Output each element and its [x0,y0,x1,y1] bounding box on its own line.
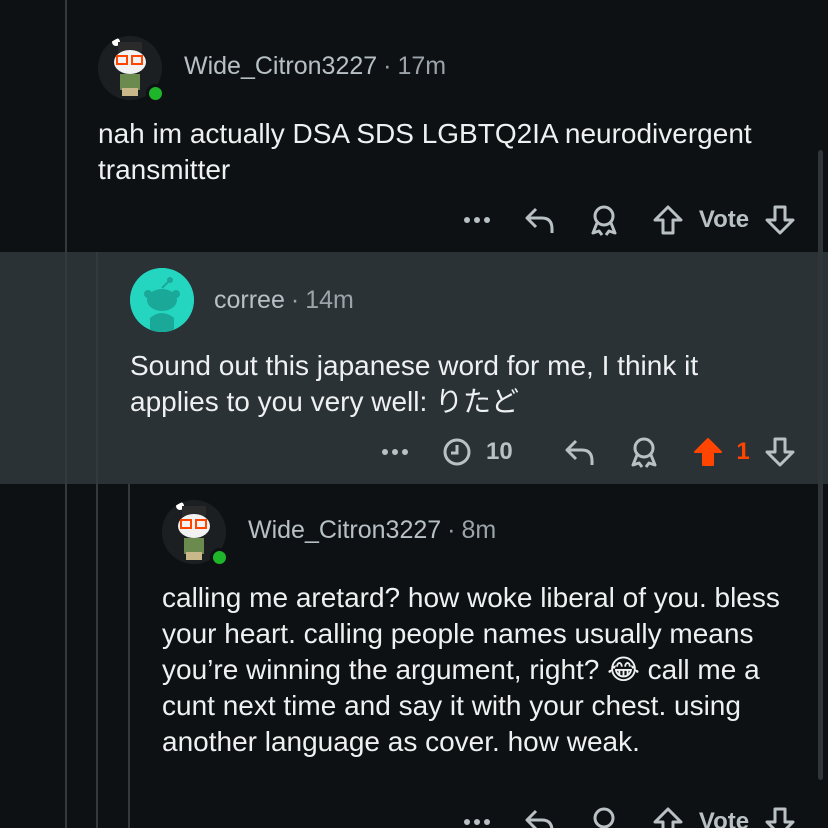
username[interactable]: corree [214,286,285,314]
upvote-button[interactable] [650,802,686,828]
comment-actions: 10 1 [0,432,828,472]
comment-meta: corree · 14m [214,286,354,314]
upvote-button[interactable] [650,200,686,240]
award-button[interactable] [586,802,622,828]
comment-age: 14m [305,286,354,314]
reply-icon [565,439,594,465]
username[interactable]: Wide_Citron3227 [248,516,441,544]
award-icon [631,437,657,468]
comment-3: Wide_Citron3227 · 8m calling me aretard? h… [0,484,828,828]
snoo-avatar-icon [130,268,194,332]
reply-button[interactable] [562,432,598,472]
comment-meta: Wide_Citron3227 · 8m [248,516,497,544]
more-options-button[interactable] [378,432,412,472]
comment-actions: Vote [0,200,828,240]
online-status-dot [210,548,229,567]
vote-label: Vote [698,206,750,233]
downvote-icon [765,807,795,828]
comment-body: nah im actually DSA SDS LGBTQ2IA neurodi… [98,118,752,185]
online-status-dot [146,84,165,103]
award-button[interactable] [626,432,662,472]
comment-age: 8m [461,516,497,544]
downvote-button[interactable] [762,802,798,828]
upvote-filled-icon [694,438,722,466]
more-icon [464,819,490,825]
comment-body: calling me aretard? how woke liberal of … [162,582,780,757]
clock-icon [443,438,471,466]
comment-2: corree · 14m Sound out this japanese word … [0,252,828,484]
award-icon [591,205,617,236]
reply-button[interactable] [522,200,558,240]
more-icon [464,217,490,223]
vote-label: Vote [698,808,750,828]
upvote-icon [653,807,683,828]
downvote-icon [765,437,795,467]
scrollbar[interactable] [818,150,823,780]
downvote-icon [765,205,795,235]
upvote-icon [653,205,683,235]
award-count-button[interactable]: 10 [442,432,522,472]
downvote-button[interactable] [762,432,798,472]
user-avatar[interactable] [130,268,194,332]
comment-1: Wide_Citron3227 · 17m nah im actually DSA … [0,0,828,252]
reply-icon [525,207,554,233]
more-options-button[interactable] [460,200,494,240]
comment-age: 17m [397,52,447,80]
award-icon [593,807,615,828]
comment-actions: Vote [0,802,828,828]
more-icon [382,449,408,455]
award-count: 10 [486,438,513,465]
more-options-button[interactable] [460,802,494,828]
downvote-button[interactable] [762,200,798,240]
upvote-button-active[interactable] [690,432,726,472]
comment-meta: Wide_Citron3227 · 17m [184,52,447,80]
reply-icon [525,809,554,828]
vote-score: 1 [736,438,750,465]
username[interactable]: Wide_Citron3227 [184,52,377,80]
reply-button[interactable] [522,802,558,828]
comment-body: Sound out this japanese word for me, I t… [130,350,699,417]
award-button[interactable] [586,200,622,240]
